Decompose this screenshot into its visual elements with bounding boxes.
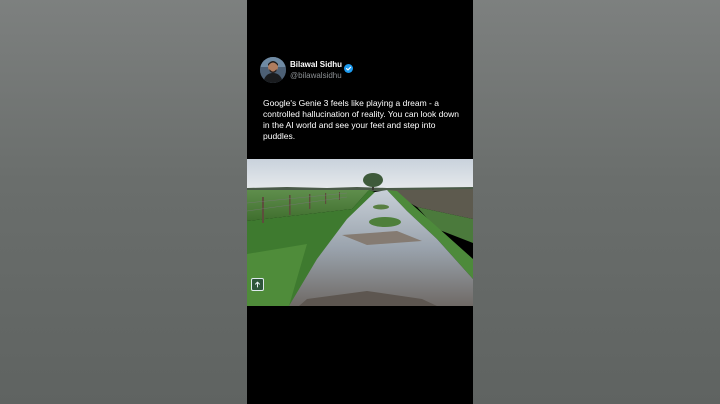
arrow-up-icon: [254, 281, 261, 288]
post-media[interactable]: [247, 159, 473, 306]
verified-badge-icon: [344, 60, 354, 73]
right-backdrop: [473, 0, 720, 404]
post-card: Bilawal Sidhu @bilawalsidhu Google's Gen…: [247, 0, 473, 404]
media-expand-button[interactable]: [251, 278, 264, 291]
author-name[interactable]: Bilawal Sidhu: [290, 60, 342, 70]
left-backdrop: [0, 0, 247, 404]
avatar[interactable]: [260, 57, 286, 83]
media-image: [247, 159, 473, 306]
post-author[interactable]: Bilawal Sidhu @bilawalsidhu: [260, 57, 354, 83]
avatar-image: [260, 57, 286, 83]
post-text: Google's Genie 3 feels like playing a dr…: [263, 98, 459, 141]
